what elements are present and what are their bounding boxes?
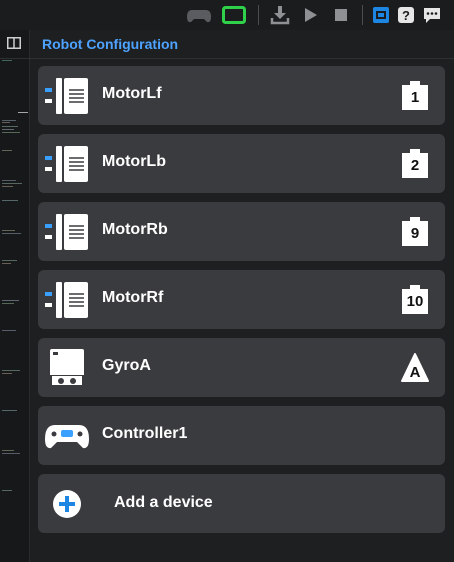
add-device-button[interactable]: Add a device xyxy=(38,474,445,533)
brain-screen-icon[interactable] xyxy=(222,5,246,25)
port-number: 9 xyxy=(410,225,420,242)
device-card-motorrb[interactable]: MotorRb 9 xyxy=(38,202,445,261)
port-badge: 2 xyxy=(401,148,429,179)
add-device-label: Add a device xyxy=(114,494,213,511)
device-card-motorlf[interactable]: MotorLf 1 xyxy=(38,66,445,125)
port-badge: A xyxy=(401,352,429,383)
download-icon[interactable] xyxy=(270,5,290,25)
device-name: GyroA xyxy=(102,357,151,374)
svg-text:?: ? xyxy=(402,8,410,23)
device-card-controller1[interactable]: Controller1 xyxy=(38,406,445,465)
play-icon[interactable] xyxy=(303,5,319,25)
feedback-icon[interactable] xyxy=(422,5,442,25)
port-letter: A xyxy=(409,364,421,381)
device-card-motorlb[interactable]: MotorLb 2 xyxy=(38,134,445,193)
motor-icon xyxy=(45,282,88,318)
device-name: Controller1 xyxy=(102,425,188,442)
port-number: 1 xyxy=(410,89,420,106)
help-icon[interactable]: ? xyxy=(397,5,415,25)
toolbar-divider xyxy=(362,5,363,25)
device-name: MotorLb xyxy=(102,153,166,170)
plus-icon xyxy=(53,490,81,518)
port-badge: 10 xyxy=(401,284,429,315)
port-badge: 1 xyxy=(401,80,429,111)
monitor-icon[interactable] xyxy=(372,5,390,25)
motor-icon xyxy=(45,78,88,114)
controller-icon xyxy=(45,425,89,449)
port-badge: 9 xyxy=(401,216,429,247)
device-name: MotorLf xyxy=(102,85,162,102)
top-toolbar: ? xyxy=(0,0,454,30)
code-editor-edge xyxy=(0,30,30,562)
device-card-motorrf[interactable]: MotorRf 10 xyxy=(38,270,445,329)
motor-icon xyxy=(45,214,88,250)
panel-toggle-icon[interactable] xyxy=(7,37,21,49)
device-name: MotorRf xyxy=(102,289,164,306)
device-name: MotorRb xyxy=(102,221,168,238)
port-number: 10 xyxy=(406,293,424,310)
motor-icon xyxy=(45,146,88,182)
port-number: 2 xyxy=(410,157,420,174)
stop-icon[interactable] xyxy=(333,5,349,25)
gyro-icon xyxy=(50,349,84,387)
device-card-gyroa[interactable]: GyroA A xyxy=(38,338,445,397)
gamepad-icon[interactable] xyxy=(186,5,212,25)
panel-title: Robot Configuration xyxy=(42,36,179,52)
toolbar-divider xyxy=(258,5,259,25)
